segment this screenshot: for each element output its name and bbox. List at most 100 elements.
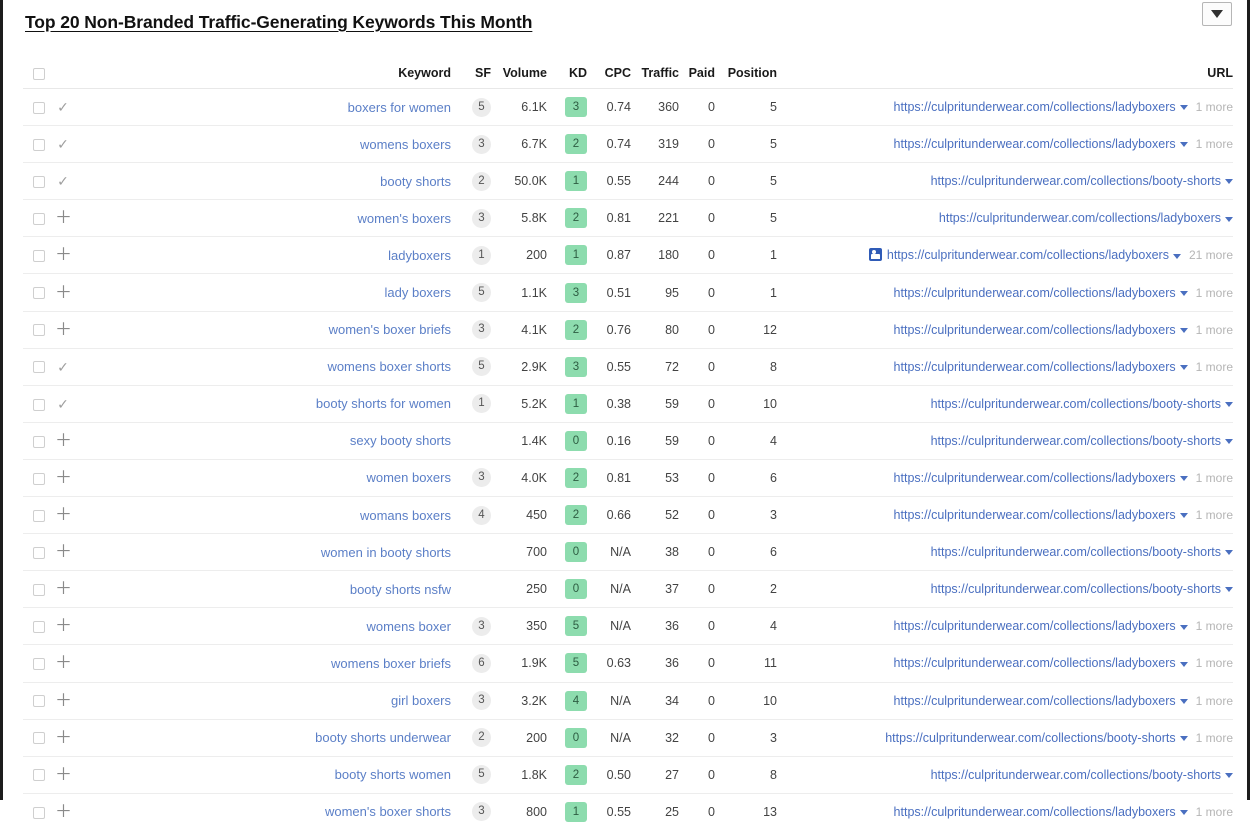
- dropdown-toggle-button[interactable]: [1202, 2, 1232, 26]
- column-header-sf[interactable]: SF: [451, 58, 491, 89]
- row-checkbox[interactable]: [33, 732, 45, 745]
- keyword-link[interactable]: boxers for women: [348, 100, 451, 115]
- url-link[interactable]: https://culpritunderwear.com/collections…: [894, 323, 1176, 337]
- column-header-paid[interactable]: Paid: [679, 58, 715, 89]
- keyword-link[interactable]: ladyboxers: [388, 248, 451, 263]
- row-checkbox[interactable]: [33, 546, 45, 559]
- keyword-link[interactable]: womens boxer shorts: [327, 359, 451, 374]
- more-urls-label[interactable]: 1 more: [1196, 731, 1233, 745]
- row-checkbox[interactable]: [33, 509, 45, 522]
- caret-down-icon[interactable]: [1225, 216, 1233, 222]
- url-link[interactable]: https://culpritunderwear.com/collections…: [931, 768, 1221, 782]
- row-checkbox[interactable]: [33, 361, 45, 374]
- check-icon[interactable]: ✓: [55, 136, 71, 152]
- keyword-link[interactable]: womens boxer briefs: [331, 656, 451, 671]
- row-checkbox[interactable]: [33, 583, 45, 596]
- more-urls-label[interactable]: 1 more: [1196, 471, 1233, 485]
- keyword-link[interactable]: booty shorts women: [335, 767, 451, 782]
- keyword-link[interactable]: booty shorts: [380, 174, 451, 189]
- caret-down-icon[interactable]: [1225, 439, 1233, 445]
- more-urls-label[interactable]: 21 more: [1189, 248, 1233, 262]
- more-urls-label[interactable]: 1 more: [1196, 323, 1233, 337]
- url-link[interactable]: https://culpritunderwear.com/collections…: [931, 174, 1221, 188]
- plus-icon[interactable]: ＋: [55, 729, 72, 746]
- column-header-traffic[interactable]: Traffic: [631, 58, 679, 89]
- url-link[interactable]: https://culpritunderwear.com/collections…: [894, 619, 1176, 633]
- url-link[interactable]: https://culpritunderwear.com/collections…: [931, 397, 1221, 411]
- column-header-url[interactable]: URL: [777, 58, 1233, 89]
- row-checkbox[interactable]: [33, 175, 45, 188]
- caret-down-icon[interactable]: [1225, 587, 1233, 593]
- row-checkbox[interactable]: [33, 324, 45, 337]
- keyword-link[interactable]: women's boxers: [357, 211, 451, 226]
- keyword-link[interactable]: lady boxers: [385, 285, 451, 300]
- caret-down-icon[interactable]: [1172, 253, 1181, 259]
- check-icon[interactable]: ✓: [55, 359, 71, 375]
- url-link[interactable]: https://culpritunderwear.com/collections…: [894, 656, 1176, 670]
- more-urls-label[interactable]: 1 more: [1196, 805, 1233, 819]
- column-header-keyword[interactable]: Keyword: [71, 58, 451, 89]
- caret-down-icon[interactable]: [1179, 810, 1188, 816]
- keyword-link[interactable]: women's boxer briefs: [329, 322, 451, 337]
- caret-down-icon[interactable]: [1179, 735, 1188, 741]
- row-checkbox[interactable]: [33, 250, 45, 263]
- url-link[interactable]: https://culpritunderwear.com/collections…: [931, 545, 1221, 559]
- more-urls-label[interactable]: 1 more: [1196, 286, 1233, 300]
- column-header-volume[interactable]: Volume: [491, 58, 547, 89]
- plus-icon[interactable]: ＋: [55, 580, 72, 597]
- keyword-link[interactable]: womans boxers: [360, 508, 451, 523]
- keyword-link[interactable]: women's boxer shorts: [325, 804, 451, 819]
- keyword-link[interactable]: womens boxer: [366, 619, 451, 634]
- check-icon[interactable]: ✓: [55, 99, 71, 115]
- row-checkbox[interactable]: [33, 138, 45, 151]
- plus-icon[interactable]: ＋: [55, 692, 72, 709]
- keyword-link[interactable]: booty shorts nsfw: [350, 582, 451, 597]
- url-link[interactable]: https://culpritunderwear.com/collections…: [894, 508, 1176, 522]
- url-link[interactable]: https://culpritunderwear.com/collections…: [939, 211, 1221, 225]
- keyword-link[interactable]: girl boxers: [391, 693, 451, 708]
- plus-icon[interactable]: ＋: [55, 284, 72, 301]
- caret-down-icon[interactable]: [1179, 513, 1188, 519]
- more-urls-label[interactable]: 1 more: [1196, 137, 1233, 151]
- row-checkbox[interactable]: [33, 398, 45, 411]
- keyword-link[interactable]: women in booty shorts: [321, 545, 451, 560]
- caret-down-icon[interactable]: [1179, 142, 1188, 148]
- row-checkbox[interactable]: [33, 213, 45, 226]
- caret-down-icon[interactable]: [1179, 327, 1188, 333]
- column-header-cpc[interactable]: CPC: [587, 58, 631, 89]
- more-urls-label[interactable]: 1 more: [1196, 360, 1233, 374]
- url-link[interactable]: https://culpritunderwear.com/collections…: [894, 694, 1176, 708]
- keyword-link[interactable]: women boxers: [366, 470, 451, 485]
- plus-icon[interactable]: ＋: [55, 321, 72, 338]
- row-checkbox[interactable]: [33, 658, 45, 671]
- more-urls-label[interactable]: 1 more: [1196, 656, 1233, 670]
- row-checkbox[interactable]: [33, 101, 45, 114]
- plus-icon[interactable]: ＋: [55, 432, 72, 449]
- caret-down-icon[interactable]: [1225, 772, 1233, 778]
- column-header-position[interactable]: Position: [715, 58, 777, 89]
- caret-down-icon[interactable]: [1179, 476, 1188, 482]
- url-link[interactable]: https://culpritunderwear.com/collections…: [931, 434, 1221, 448]
- row-checkbox[interactable]: [33, 435, 45, 448]
- plus-icon[interactable]: ＋: [55, 803, 72, 820]
- keyword-link[interactable]: womens boxers: [360, 137, 451, 152]
- caret-down-icon[interactable]: [1225, 179, 1233, 185]
- url-link[interactable]: https://culpritunderwear.com/collections…: [931, 582, 1221, 596]
- url-link[interactable]: https://culpritunderwear.com/collections…: [894, 805, 1176, 819]
- keyword-link[interactable]: sexy booty shorts: [350, 433, 451, 448]
- url-link[interactable]: https://culpritunderwear.com/collections…: [887, 248, 1169, 262]
- keyword-link[interactable]: booty shorts for women: [316, 396, 451, 411]
- caret-down-icon[interactable]: [1179, 364, 1188, 370]
- plus-icon[interactable]: ＋: [55, 654, 72, 671]
- plus-icon[interactable]: ＋: [55, 506, 72, 523]
- plus-icon[interactable]: ＋: [55, 543, 72, 560]
- caret-down-icon[interactable]: [1225, 550, 1233, 556]
- caret-down-icon[interactable]: [1179, 105, 1188, 111]
- row-checkbox[interactable]: [33, 621, 45, 634]
- row-checkbox[interactable]: [33, 287, 45, 300]
- more-urls-label[interactable]: 1 more: [1196, 100, 1233, 114]
- caret-down-icon[interactable]: [1179, 624, 1188, 630]
- url-link[interactable]: https://culpritunderwear.com/collections…: [894, 360, 1176, 374]
- caret-down-icon[interactable]: [1179, 661, 1188, 667]
- url-link[interactable]: https://culpritunderwear.com/collections…: [894, 286, 1176, 300]
